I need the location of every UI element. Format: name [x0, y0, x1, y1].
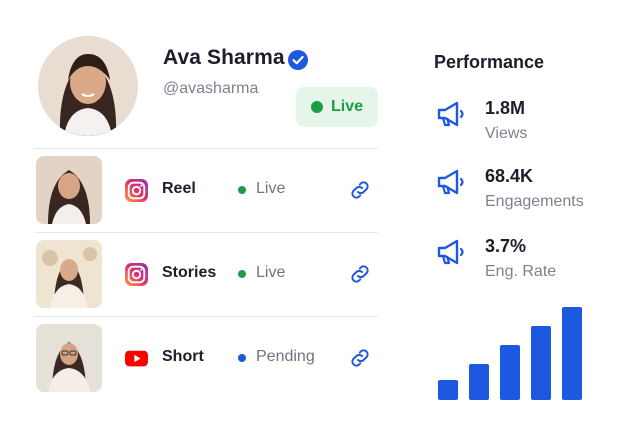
link-icon[interactable]: [348, 262, 372, 286]
content-row-short[interactable]: Short Pending: [34, 324, 378, 394]
divider: [34, 316, 378, 317]
creator-card: Ava Sharma @avasharma Live Reel Live Sto…: [0, 0, 622, 426]
chart-bar: [469, 364, 489, 400]
instagram-icon: [125, 179, 148, 202]
divider: [34, 232, 378, 233]
content-status: Live: [256, 180, 286, 197]
live-status-badge: Live: [296, 87, 378, 127]
profile-name: Ava Sharma: [163, 46, 285, 69]
views-label: Views: [485, 125, 528, 142]
content-row-stories[interactable]: Stories Live: [34, 240, 378, 310]
instagram-icon: [125, 263, 148, 286]
content-type-label: Stories: [162, 264, 217, 281]
content-thumbnail: [36, 240, 102, 308]
content-type-label: Reel: [162, 180, 196, 197]
link-icon[interactable]: [348, 346, 372, 370]
content-thumbnail: [36, 324, 102, 392]
chart-bar: [438, 380, 458, 400]
youtube-icon: [125, 350, 148, 367]
megaphone-icon: [437, 239, 464, 265]
content-status: Live: [256, 264, 286, 281]
eng-rate-value: 3.7%: [485, 236, 527, 256]
profile-handle: @avasharma: [163, 80, 259, 97]
engagements-value: 68.4K: [485, 166, 534, 186]
megaphone-icon: [437, 169, 464, 195]
status-dot-icon: [238, 186, 246, 194]
live-status-label: Live: [330, 98, 363, 115]
live-dot-icon: [310, 101, 323, 113]
status-dot-icon: [238, 354, 246, 362]
performance-bar-chart: [438, 307, 582, 400]
performance-title: Performance: [434, 52, 545, 72]
chart-bar: [531, 326, 551, 400]
content-status: Pending: [256, 348, 315, 365]
chart-bar: [562, 307, 582, 400]
content-type-label: Short: [162, 348, 204, 365]
divider: [34, 148, 378, 149]
content-thumbnail: [36, 156, 102, 224]
link-icon[interactable]: [348, 178, 372, 202]
eng-rate-label: Eng. Rate: [485, 263, 557, 280]
verified-badge-icon: [288, 50, 308, 70]
engagements-label: Engagements: [485, 193, 584, 210]
views-value: 1.8M: [485, 98, 526, 118]
content-row-reel[interactable]: Reel Live: [34, 156, 378, 226]
status-dot-icon: [238, 270, 246, 278]
megaphone-icon: [437, 101, 464, 127]
chart-bar: [500, 345, 520, 400]
avatar[interactable]: [38, 36, 138, 136]
